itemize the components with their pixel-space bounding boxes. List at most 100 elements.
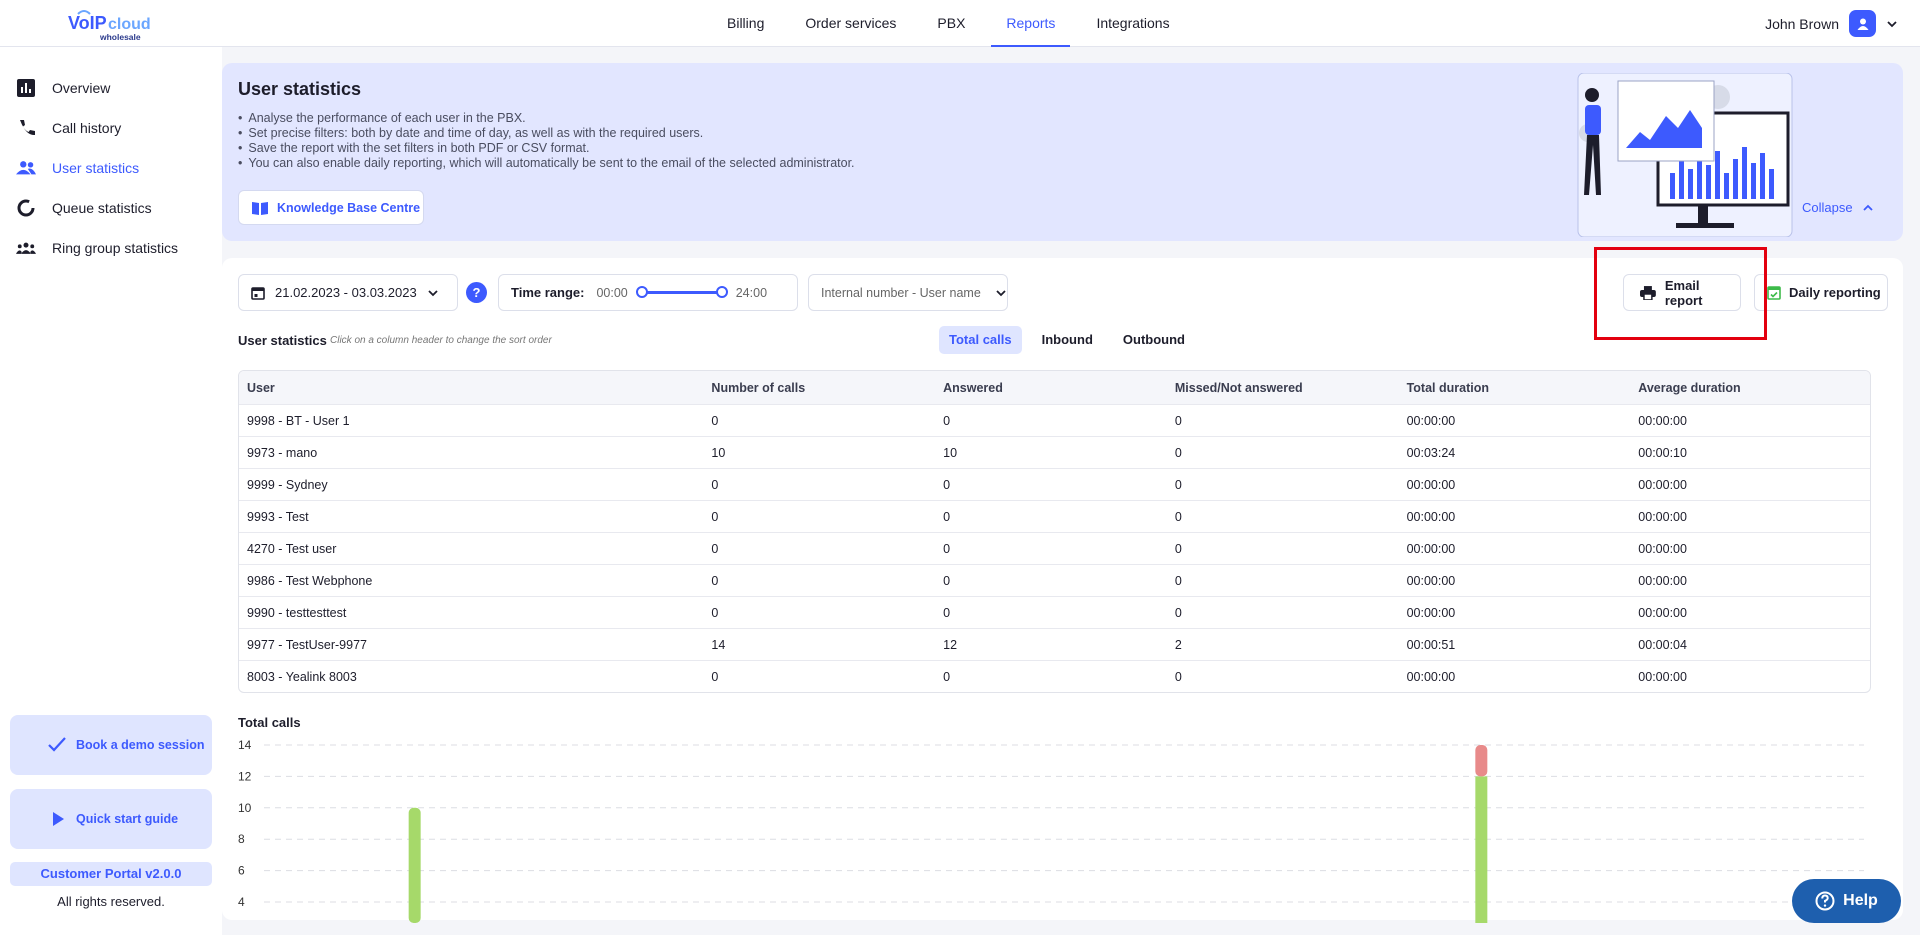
column-header-missed[interactable]: Missed/Not answered — [1175, 381, 1407, 395]
column-header-answered[interactable]: Answered — [943, 381, 1175, 395]
table-cell: 0 — [1174, 669, 1182, 684]
info-item: Set precise filters: both by date and ti… — [238, 126, 855, 141]
chart-bar — [1475, 745, 1488, 777]
book-demo-label: Book a demo session — [76, 737, 205, 752]
user-select-value: Internal number - User name — [821, 285, 981, 300]
statistics-illustration — [1548, 72, 1798, 238]
nav-integrations[interactable]: Integrations — [1081, 0, 1184, 47]
info-item: Analyse the performance of each user in … — [238, 111, 855, 126]
table-cell: 10 — [943, 445, 958, 460]
time-range-slider[interactable] — [635, 286, 728, 298]
help-question-icon[interactable]: ? — [466, 282, 487, 303]
table-cell: 0 — [711, 477, 719, 492]
table-cell: 00:00:00 — [1638, 413, 1687, 428]
table-row: 9977 - TestUser-9977 14 12 2 00:00:51 00:00:0… — [239, 628, 1870, 660]
table-cell: 00:00:00 — [1638, 477, 1687, 492]
table-cell: 0 — [1174, 477, 1182, 492]
nav-reports[interactable]: Reports — [991, 0, 1071, 47]
table-cell: 14 — [711, 637, 726, 652]
table-cell: 0 — [1174, 413, 1182, 428]
table-cell: 0 — [711, 413, 719, 428]
info-item: You can also enable daily reporting, whi… — [238, 156, 854, 171]
collapse-toggle[interactable]: Collapse — [1802, 200, 1873, 215]
table-cell: 12 — [943, 637, 958, 652]
table-cell: 9993 - Test — [247, 509, 309, 524]
info-item: Save the report with the set filters in … — [238, 141, 855, 156]
table-cell: 0 — [1174, 445, 1182, 460]
y-tick-label: 10 — [238, 801, 252, 815]
table-cell: 2 — [1174, 637, 1182, 652]
table-row: 9990 - testtesttest 0 0 0 00:00:00 00:00:00 — [239, 596, 1870, 628]
slider-start-handle[interactable] — [635, 286, 648, 298]
time-range-filter: Time range: 00:00 24:00 — [498, 274, 798, 311]
sidebar-item-queue-statistics[interactable]: Queue statistics — [0, 188, 222, 228]
tab-total-calls[interactable]: Total calls — [939, 326, 1022, 354]
slider-end-handle[interactable] — [715, 286, 728, 298]
sidebar-item-label: Call history — [52, 120, 122, 136]
table-cell: 0 — [943, 413, 951, 428]
book-demo-card[interactable]: Book a demo session — [10, 715, 212, 775]
check-icon — [48, 737, 66, 752]
table-cell: 0 — [943, 669, 951, 684]
svg-text:VoIP: VoIP — [68, 13, 107, 33]
tab-inbound[interactable]: Inbound — [1032, 326, 1103, 354]
sidebar-item-call-history[interactable]: Call history — [0, 108, 222, 148]
help-button[interactable]: Help — [1792, 879, 1901, 923]
user-statistics-table: User Number of calls Answered Missed/Not… — [238, 370, 1871, 693]
total-calls-chart: 14 12 10 8 6 4 — [238, 738, 1864, 923]
time-start-value: 00:00 — [596, 285, 628, 300]
column-header-average-duration[interactable]: Average duration — [1638, 381, 1870, 395]
table-cell: 9986 - Test Webphone — [247, 573, 373, 588]
version-badge: Customer Portal v2.0.0 — [10, 862, 212, 886]
knowledge-base-button[interactable]: Knowledge Base Centre — [238, 190, 424, 225]
sort-hint: Click on a column header to change the s… — [330, 335, 552, 346]
chevron-down-icon — [996, 289, 1006, 296]
table-cell: 0 — [711, 669, 719, 684]
table-cell: 0 — [943, 605, 951, 620]
table-body: 9998 - BT - User 1 0 0 0 00:00:00 00:00:00 997… — [239, 404, 1870, 692]
table-header: User Number of calls Answered Missed/Not… — [239, 371, 1870, 404]
sidebar-item-label: User statistics — [52, 160, 140, 176]
chart-title: Total calls — [238, 715, 301, 730]
table-cell: 00:00:00 — [1406, 541, 1456, 556]
user-select-dropdown[interactable]: Internal number - User name — [808, 274, 1008, 311]
table-cell: 4270 - Test user — [247, 541, 337, 556]
sidebar-item-user-statistics[interactable]: User statistics — [0, 148, 222, 188]
column-header-total-duration[interactable]: Total duration — [1407, 381, 1639, 395]
chart-bar — [408, 807, 421, 923]
group-icon — [16, 238, 36, 258]
nav-pbx[interactable]: PBX — [922, 0, 980, 47]
nav-order-services[interactable]: Order services — [790, 0, 911, 47]
table-cell: 00:00:00 — [1638, 605, 1687, 620]
quick-start-card[interactable]: Quick start guide — [10, 789, 212, 849]
chart-bar — [1475, 776, 1488, 923]
table-cell: 0 — [711, 573, 719, 588]
chevron-down-icon[interactable] — [1886, 18, 1898, 30]
table-cell: 9990 - testtesttest — [247, 605, 347, 620]
table-cell: 00:00:00 — [1406, 669, 1456, 684]
column-header-number-of-calls[interactable]: Number of calls — [711, 381, 943, 395]
nav-billing[interactable]: Billing — [712, 0, 779, 47]
info-list: Analyse the performance of each user in … — [238, 111, 855, 171]
voipcloud-logo[interactable]: VoIP cloud wholesale — [64, 6, 156, 42]
bar-chart-icon — [16, 78, 36, 98]
daily-reporting-button[interactable]: Daily reporting — [1754, 274, 1888, 311]
page-title: User statistics — [238, 79, 362, 99]
chevron-down-icon — [428, 289, 438, 296]
column-header-user[interactable]: User — [239, 381, 711, 395]
table-row: 9998 - BT - User 1 0 0 0 00:00:00 00:00:00 — [239, 404, 1870, 436]
help-label: Help — [1843, 892, 1878, 909]
highlight-box — [1594, 247, 1767, 340]
chevron-up-icon — [1862, 204, 1873, 211]
calendar-check-icon — [1767, 286, 1781, 300]
table-cell: 00:00:00 — [1406, 573, 1456, 588]
user-menu[interactable]: John Brown — [1765, 10, 1898, 37]
table-cell: 00:00:00 — [1638, 573, 1687, 588]
table-cell: 00:00:10 — [1638, 445, 1687, 460]
sidebar-item-overview[interactable]: Overview — [0, 68, 222, 108]
tab-outbound[interactable]: Outbound — [1113, 326, 1195, 354]
avatar — [1849, 10, 1876, 37]
date-range-picker[interactable]: 21.02.2023 - 03.03.2023 — [238, 274, 458, 311]
table-cell: 0 — [711, 541, 719, 556]
sidebar-item-ring-group-statistics[interactable]: Ring group statistics — [0, 228, 222, 268]
